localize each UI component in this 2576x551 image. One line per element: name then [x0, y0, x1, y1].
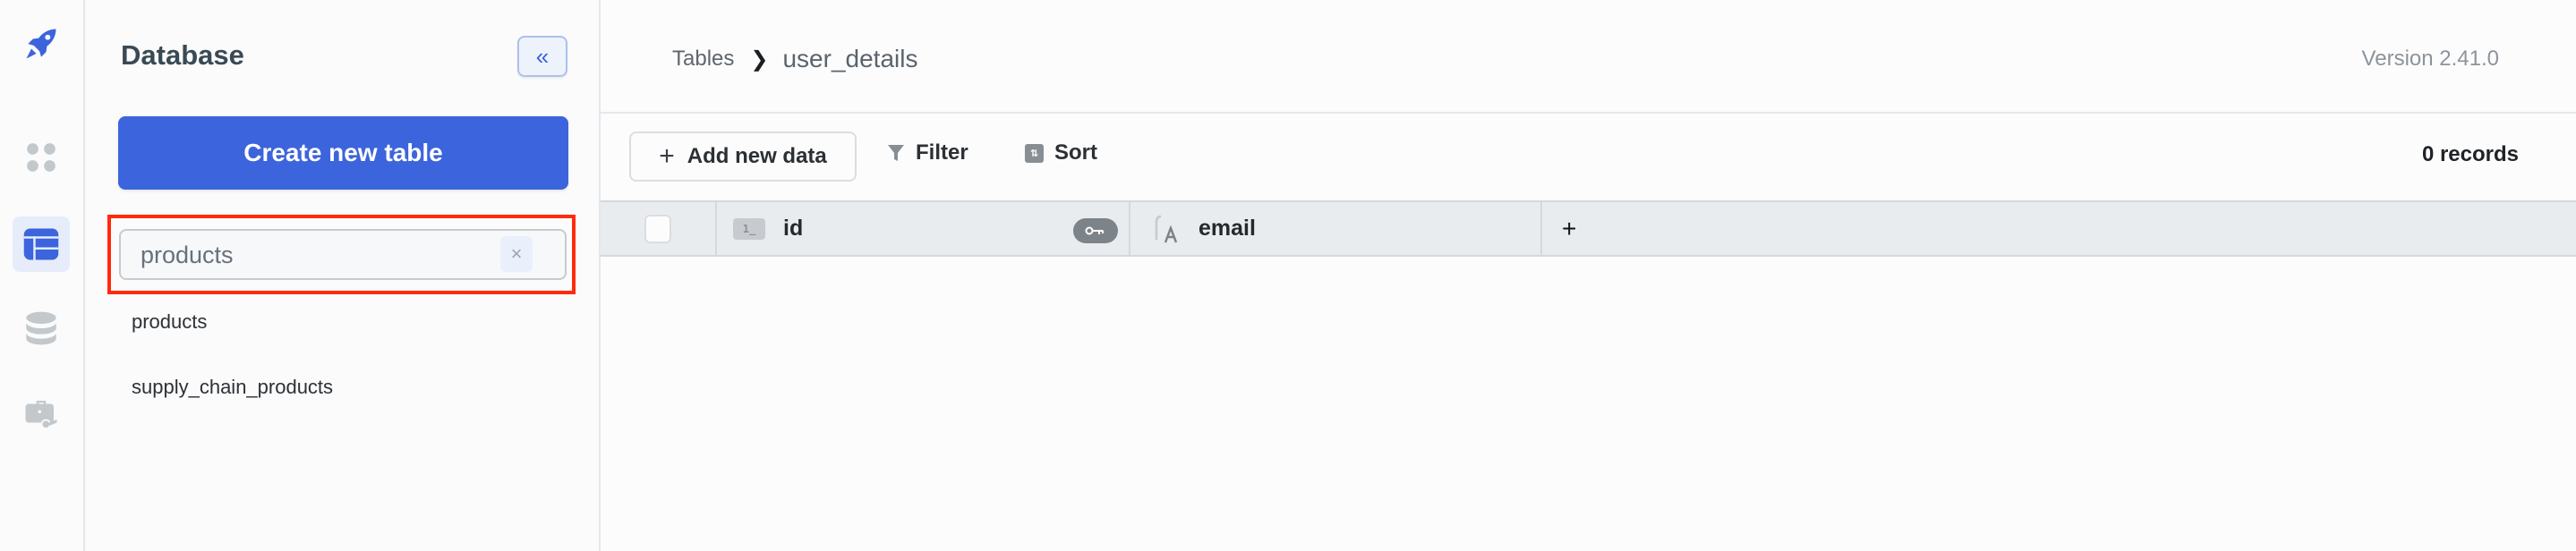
breadcrumb: Tables ❯ user_details	[672, 45, 917, 73]
filter-icon	[888, 145, 904, 161]
column-header-id[interactable]: 1_ id	[717, 202, 1130, 255]
table-icon	[23, 228, 59, 260]
number-type-icon: 1_	[733, 217, 765, 240]
grid-header-row: 1_ id email +	[601, 200, 2576, 257]
column-header-email[interactable]: email	[1130, 202, 1542, 255]
breadcrumb-current-table: user_details	[782, 45, 918, 72]
select-all-cell	[601, 202, 717, 255]
add-new-data-label: Add new data	[687, 144, 827, 168]
text-type-icon	[1148, 213, 1181, 245]
tables-sidebar: Database « Create new table × products s…	[85, 0, 601, 551]
primary-key-badge	[1073, 218, 1118, 243]
rail-item-tables[interactable]	[13, 216, 70, 272]
sidebar-title: Database	[121, 39, 244, 71]
add-column-button[interactable]: +	[1542, 202, 1596, 255]
key-icon	[1085, 226, 1104, 235]
rocket-icon	[26, 29, 56, 59]
sort-icon: ⇅	[1025, 143, 1044, 163]
clear-search-button[interactable]: ×	[500, 236, 533, 272]
add-new-data-button[interactable]: + Add new data	[629, 131, 857, 182]
records-count: 0 records	[2421, 142, 2519, 166]
app-logo[interactable]	[13, 16, 70, 72]
rail-item-database[interactable]	[13, 301, 70, 356]
breadcrumb-tables-link[interactable]: Tables	[672, 47, 734, 72]
column-name: email	[1198, 216, 1256, 241]
table-list-item[interactable]: supply_chain_products	[132, 376, 333, 399]
chevron-right-icon: ❯	[750, 47, 769, 72]
icon-rail	[0, 0, 85, 551]
select-all-checkbox[interactable]	[644, 214, 671, 243]
table-search-field: ×	[119, 229, 567, 280]
create-new-table-button[interactable]: Create new table	[118, 116, 568, 190]
database-icon	[26, 311, 56, 345]
sort-label: Sort	[1054, 140, 1097, 165]
double-chevron-left-icon: «	[535, 42, 550, 70]
top-bar: Tables ❯ user_details Version 2.41.0	[601, 0, 2576, 114]
version-label: Version 2.41.0	[2361, 47, 2499, 71]
app-root: Database « Create new table × products s…	[0, 0, 2576, 551]
filter-button[interactable]: Filter	[887, 140, 968, 165]
rail-item-apps[interactable]	[13, 130, 70, 185]
column-name: id	[783, 216, 804, 241]
toolbox-icon	[25, 401, 57, 429]
table-search-input[interactable]	[141, 239, 499, 271]
sort-button[interactable]: ⇅ Sort	[1025, 140, 1097, 165]
close-icon: ×	[510, 242, 523, 265]
collapse-sidebar-button[interactable]: «	[517, 36, 567, 77]
main-content: Tables ❯ user_details Version 2.41.0 + A…	[601, 0, 2576, 551]
apps-grid-icon	[27, 143, 55, 172]
rail-item-workflows[interactable]	[13, 386, 70, 441]
filter-label: Filter	[916, 140, 968, 165]
plus-icon: +	[659, 141, 675, 171]
table-list-item[interactable]: products	[132, 310, 207, 334]
table-toolbar: + Add new data Filter ⇅ Sort 0 records	[601, 114, 2576, 199]
